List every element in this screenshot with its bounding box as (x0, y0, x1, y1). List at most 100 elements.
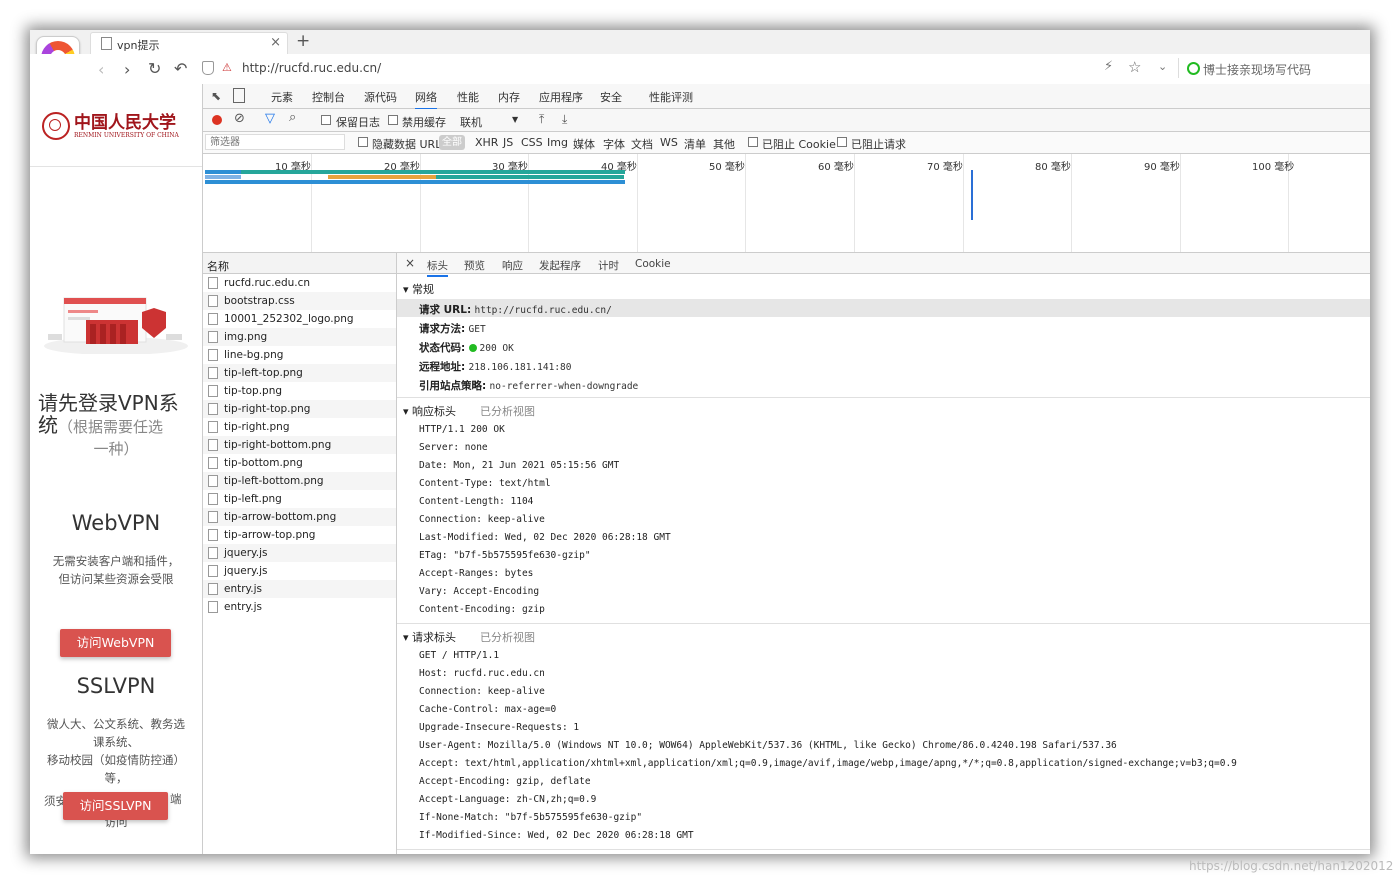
request-row[interactable]: tip-left-top.png (203, 364, 396, 382)
search-box[interactable]: 博士接亲现场写代码 (1178, 58, 1369, 78)
device-toolbar-icon[interactable] (233, 88, 245, 103)
request-row[interactable]: tip-right-top.png (203, 400, 396, 418)
close-tab-icon[interactable]: × (270, 35, 281, 50)
filter-css[interactable]: CSS (521, 136, 543, 149)
filter-ws[interactable]: WS (660, 136, 678, 149)
filter-all[interactable]: 全部 (439, 135, 465, 150)
url-text[interactable]: http://rucfd.ruc.edu.cn/ (242, 61, 381, 75)
request-row[interactable]: tip-right.png (203, 418, 396, 436)
close-detail-icon[interactable]: × (405, 256, 415, 270)
detail-tabs: × 标头 预览 响应 发起程序 计时 Cookie (397, 253, 1370, 277)
disable-cache-checkbox[interactable] (388, 115, 398, 125)
general-section-header[interactable]: ▾ 常规 (403, 281, 434, 297)
request-row[interactable]: rucfd.ruc.edu.cn (203, 274, 396, 292)
blocked-cookies-checkbox[interactable] (748, 137, 758, 147)
request-row[interactable]: jquery.js (203, 544, 396, 562)
webvpn-button[interactable]: 访问WebVPN (60, 629, 171, 657)
filter-manifest[interactable]: 清单 (684, 136, 706, 152)
header-line: ETag: "b7f-5b575595fe630-gzip" (419, 550, 591, 561)
tab-memory[interactable]: 内存 (498, 89, 520, 105)
filter-font[interactable]: 字体 (603, 136, 625, 152)
network-overview[interactable]: 10 毫秒 20 毫秒 30 毫秒 40 毫秒 50 毫秒 60 毫秒 70 毫秒 80 毫秒… (203, 154, 1370, 253)
request-row[interactable]: entry.js (203, 580, 396, 598)
upload-icon[interactable]: ⤒ (539, 112, 544, 127)
throttling-caret[interactable]: ▼ (512, 115, 518, 124)
filter-js[interactable]: JS (503, 136, 513, 149)
timeline-gridline (745, 154, 746, 252)
request-list: 名称 rucfd.ruc.edu.cn bootstrap.css 10001_25… (203, 253, 397, 854)
browser-tab[interactable]: vpn提示 × (90, 32, 288, 55)
tab-sources[interactable]: 源代码 (364, 89, 397, 105)
tab-performance[interactable]: 性能 (457, 89, 479, 105)
general-row: 状态代码: 200 OK (419, 342, 514, 354)
tab-cookies[interactable]: Cookie (635, 258, 671, 270)
filter-icon[interactable]: ▽ (265, 111, 275, 126)
tab-headers[interactable]: 标头 (427, 258, 448, 277)
search-icon[interactable]: ⌕ (289, 110, 296, 125)
request-row[interactable]: bootstrap.css (203, 292, 396, 310)
request-name: 10001_252302_logo.png (224, 313, 354, 325)
view-parsed-toggle[interactable]: 已分析视图 (480, 631, 535, 644)
filter-media[interactable]: 媒体 (573, 136, 595, 152)
view-parsed-toggle[interactable]: 已分析视图 (480, 405, 535, 418)
back-icon[interactable]: ‹ (98, 60, 104, 79)
clear-icon[interactable]: ⊘ (234, 111, 245, 126)
filter-doc[interactable]: 文档 (631, 136, 653, 152)
chevron-down-icon[interactable]: ⌄ (1158, 60, 1167, 73)
campus-illustration (44, 297, 188, 354)
undo-icon[interactable]: ↶ (174, 59, 187, 78)
request-row[interactable]: tip-bottom.png (203, 454, 396, 472)
name-column-header[interactable]: 名称 (203, 253, 396, 274)
lightning-icon[interactable]: ⚡ (1104, 59, 1113, 74)
request-row[interactable]: tip-right-bottom.png (203, 436, 396, 454)
request-row[interactable]: tip-top.png (203, 382, 396, 400)
hide-data-url-checkbox[interactable] (358, 137, 368, 147)
watermark: https://blog.csdn.net/han1202012 (1189, 859, 1394, 873)
forward-icon[interactable]: › (124, 60, 130, 79)
blocked-requests-checkbox[interactable] (837, 137, 847, 147)
inspect-icon[interactable]: ⬉ (211, 89, 221, 103)
request-headers-section-header[interactable]: ▾ 请求标头 已分析视图 (403, 629, 535, 645)
file-icon (208, 277, 218, 289)
preserve-log-checkbox[interactable] (321, 115, 331, 125)
header-line: Content-Length: 1104 (419, 496, 534, 507)
response-headers-section-header[interactable]: ▾ 响应标头 已分析视图 (403, 403, 535, 419)
tab-application[interactable]: 应用程序 (539, 89, 583, 105)
request-row[interactable]: jquery.js (203, 562, 396, 580)
request-row[interactable]: entry.js (203, 598, 396, 616)
search-text[interactable]: 博士接亲现场写代码 (1203, 61, 1311, 78)
filter-xhr[interactable]: XHR (475, 136, 498, 149)
file-icon (208, 439, 218, 451)
request-row[interactable]: img.png (203, 328, 396, 346)
throttling-select[interactable]: 联机 (460, 114, 482, 130)
tab-elements[interactable]: 元素 (271, 89, 293, 105)
tab-timing[interactable]: 计时 (598, 258, 619, 273)
record-icon[interactable] (212, 115, 222, 125)
tab-response[interactable]: 响应 (502, 258, 523, 273)
new-tab-icon[interactable]: + (296, 31, 310, 51)
request-row[interactable]: 10001_252302_logo.png (203, 310, 396, 328)
request-row[interactable]: tip-left.png (203, 490, 396, 508)
request-row[interactable]: tip-arrow-top.png (203, 526, 396, 544)
url-field[interactable]: ⚠ http://rucfd.ruc.edu.cn/ ⚡ ☆ ⌄ (200, 58, 1167, 78)
tab-initiator[interactable]: 发起程序 (539, 258, 581, 273)
tab-console[interactable]: 控制台 (312, 89, 345, 105)
file-icon (208, 367, 218, 379)
reload-icon[interactable]: ↻ (148, 59, 161, 78)
request-row[interactable]: tip-arrow-bottom.png (203, 508, 396, 526)
tab-network[interactable]: 网络 (415, 89, 437, 110)
request-row[interactable]: tip-left-bottom.png (203, 472, 396, 490)
filter-input[interactable] (205, 134, 345, 150)
tab-security[interactable]: 安全 (600, 89, 622, 105)
insecure-icon[interactable]: ⚠ (222, 61, 232, 74)
filter-img[interactable]: Img (547, 136, 568, 149)
timeline-tick-label: 100 毫秒 (1252, 162, 1295, 173)
tab-preview[interactable]: 预览 (464, 258, 485, 273)
tab-lighthouse[interactable]: 性能评测 (649, 89, 693, 105)
download-icon[interactable]: ⤓ (562, 112, 567, 127)
timeline-bar (205, 170, 241, 174)
request-row[interactable]: line-bg.png (203, 346, 396, 364)
filter-other[interactable]: 其他 (713, 136, 735, 152)
sslvpn-button[interactable]: 访问SSLVPN (63, 792, 168, 820)
star-icon[interactable]: ☆ (1128, 58, 1141, 76)
